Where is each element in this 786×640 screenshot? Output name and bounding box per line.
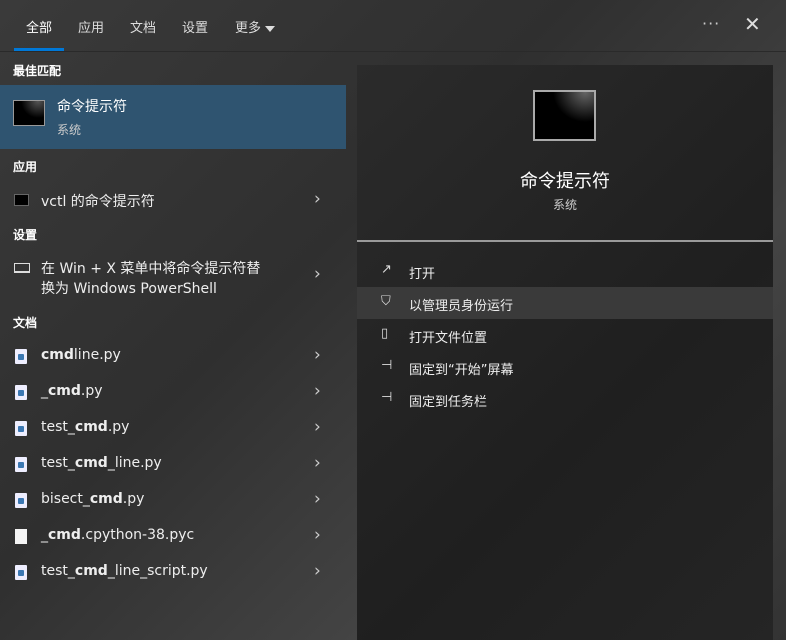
action-run-as-admin[interactable]: ⛉ 以管理员身份运行 xyxy=(357,287,773,319)
preview-subtitle: 系统 xyxy=(552,198,577,212)
document-name: test_cmd_line_script.py xyxy=(41,563,208,579)
action-pin-to-start[interactable]: ⊣ 固定到“开始”屏幕 xyxy=(357,351,773,383)
list-item-app[interactable]: vctl 的命令提示符 › xyxy=(0,183,346,217)
best-match-item[interactable] xyxy=(0,85,346,149)
pin-icon: ⊣ xyxy=(381,358,393,373)
pin-icon: ⊣ xyxy=(381,390,393,405)
python-file-icon xyxy=(15,385,27,400)
section-best-match: 最佳匹配 xyxy=(13,64,62,78)
name-match: cmd xyxy=(74,419,108,435)
chevron-down-icon xyxy=(265,25,276,32)
taskbar-settings-icon xyxy=(14,263,30,273)
section-apps: 应用 xyxy=(13,160,38,174)
chevron-right-icon[interactable]: › xyxy=(314,189,321,209)
setting-label-line1: 在 Win + X 菜单中将命令提示符替 xyxy=(41,261,261,277)
cmd-icon xyxy=(14,194,29,206)
tab-more[interactable]: 更多 xyxy=(235,17,276,36)
list-item-document[interactable]: bisect_cmd.py › xyxy=(0,483,346,517)
tab-settings[interactable]: 设置 xyxy=(182,17,208,36)
chevron-right-icon[interactable]: › xyxy=(314,453,321,473)
chevron-right-icon[interactable]: › xyxy=(314,525,321,545)
best-match-title: 命令提示符 xyxy=(57,99,127,115)
chevron-right-icon[interactable]: › xyxy=(314,489,321,509)
name-part: _ xyxy=(41,527,48,543)
document-name: _cmd.cpython-38.pyc xyxy=(41,527,194,543)
divider xyxy=(357,240,773,242)
list-item-document[interactable]: test_cmd.py › xyxy=(0,411,346,445)
document-name: test_cmd.py xyxy=(41,419,129,435)
document-name: cmdline.py xyxy=(41,347,121,363)
chevron-right-icon[interactable]: › xyxy=(314,417,321,437)
file-icon xyxy=(15,529,27,544)
name-part: line.py xyxy=(73,347,121,363)
name-match: cmd xyxy=(74,455,108,471)
action-label: 以管理员身份运行 xyxy=(409,299,514,314)
setting-label-line2: 换为 Windows PowerShell xyxy=(41,281,217,297)
section-settings: 设置 xyxy=(13,228,38,242)
shield-icon: ⛉ xyxy=(381,294,391,309)
list-item-setting[interactable]: 在 Win + X 菜单中将命令提示符替 换为 Windows PowerShe… xyxy=(0,252,346,298)
name-match: cmd xyxy=(41,347,74,363)
action-open-file-location[interactable]: ▯ 打开文件位置 xyxy=(357,319,773,351)
name-part: _ xyxy=(41,383,48,399)
tab-apps[interactable]: 应用 xyxy=(78,17,104,36)
best-match-subtitle: 系统 xyxy=(57,123,82,137)
section-docs: 文档 xyxy=(13,316,38,330)
python-file-icon xyxy=(15,349,27,364)
chevron-right-icon[interactable]: › xyxy=(314,264,321,284)
python-file-icon xyxy=(15,421,27,436)
tab-more-label: 更多 xyxy=(235,21,262,36)
list-item-document[interactable]: test_cmd_line.py › xyxy=(0,447,346,481)
action-open[interactable]: ↗ 打开 xyxy=(357,255,773,287)
list-item-document[interactable]: _cmd.cpython-38.pyc › xyxy=(0,519,346,553)
cmd-large-icon xyxy=(533,90,596,141)
name-part: test_ xyxy=(41,563,75,579)
action-label: 打开文件位置 xyxy=(409,331,488,346)
action-label: 打开 xyxy=(409,267,436,282)
python-file-icon xyxy=(15,565,27,580)
more-options-icon[interactable]: ··· xyxy=(702,14,720,33)
close-icon[interactable]: ✕ xyxy=(744,12,761,36)
chevron-right-icon[interactable]: › xyxy=(314,561,321,581)
tab-all[interactable]: 全部 xyxy=(26,17,52,36)
name-match: cmd xyxy=(89,491,123,507)
action-label: 固定到任务栏 xyxy=(409,395,488,410)
python-file-icon xyxy=(15,493,27,508)
document-name: _cmd.py xyxy=(41,383,103,399)
name-part: .py xyxy=(80,383,103,399)
name-part: .cpython-38.pyc xyxy=(80,527,195,543)
chevron-right-icon[interactable]: › xyxy=(314,345,321,365)
folder-icon: ▯ xyxy=(381,326,389,341)
name-match: cmd xyxy=(48,383,81,399)
document-name: bisect_cmd.py xyxy=(41,491,144,507)
list-item-document[interactable]: _cmd.py › xyxy=(0,375,346,409)
name-part: _line.py xyxy=(107,455,162,471)
document-name: test_cmd_line.py xyxy=(41,455,162,471)
action-pin-to-taskbar[interactable]: ⊣ 固定到任务栏 xyxy=(357,383,773,415)
python-file-icon xyxy=(15,457,27,472)
preview-title: 命令提示符 xyxy=(520,171,610,192)
tab-docs[interactable]: 文档 xyxy=(130,17,156,36)
name-match: cmd xyxy=(74,563,108,579)
name-part: bisect_ xyxy=(41,491,90,507)
chevron-right-icon[interactable]: › xyxy=(314,381,321,401)
open-icon: ↗ xyxy=(381,262,392,277)
filter-tabs: 全部 应用 文档 设置 更多 ··· ✕ xyxy=(0,0,786,52)
name-part: test_ xyxy=(41,419,75,435)
action-label: 固定到“开始”屏幕 xyxy=(409,363,514,378)
name-part: .py xyxy=(107,419,130,435)
list-item-document[interactable]: cmdline.py › xyxy=(0,339,346,373)
active-tab-indicator xyxy=(14,48,64,51)
cmd-app-icon xyxy=(13,100,45,126)
name-match: cmd xyxy=(48,527,81,543)
name-part: _line_script.py xyxy=(107,563,208,579)
name-part: .py xyxy=(122,491,145,507)
list-item-document[interactable]: test_cmd_line_script.py › xyxy=(0,555,346,589)
app-label: vctl 的命令提示符 xyxy=(41,194,155,210)
name-part: test_ xyxy=(41,455,75,471)
